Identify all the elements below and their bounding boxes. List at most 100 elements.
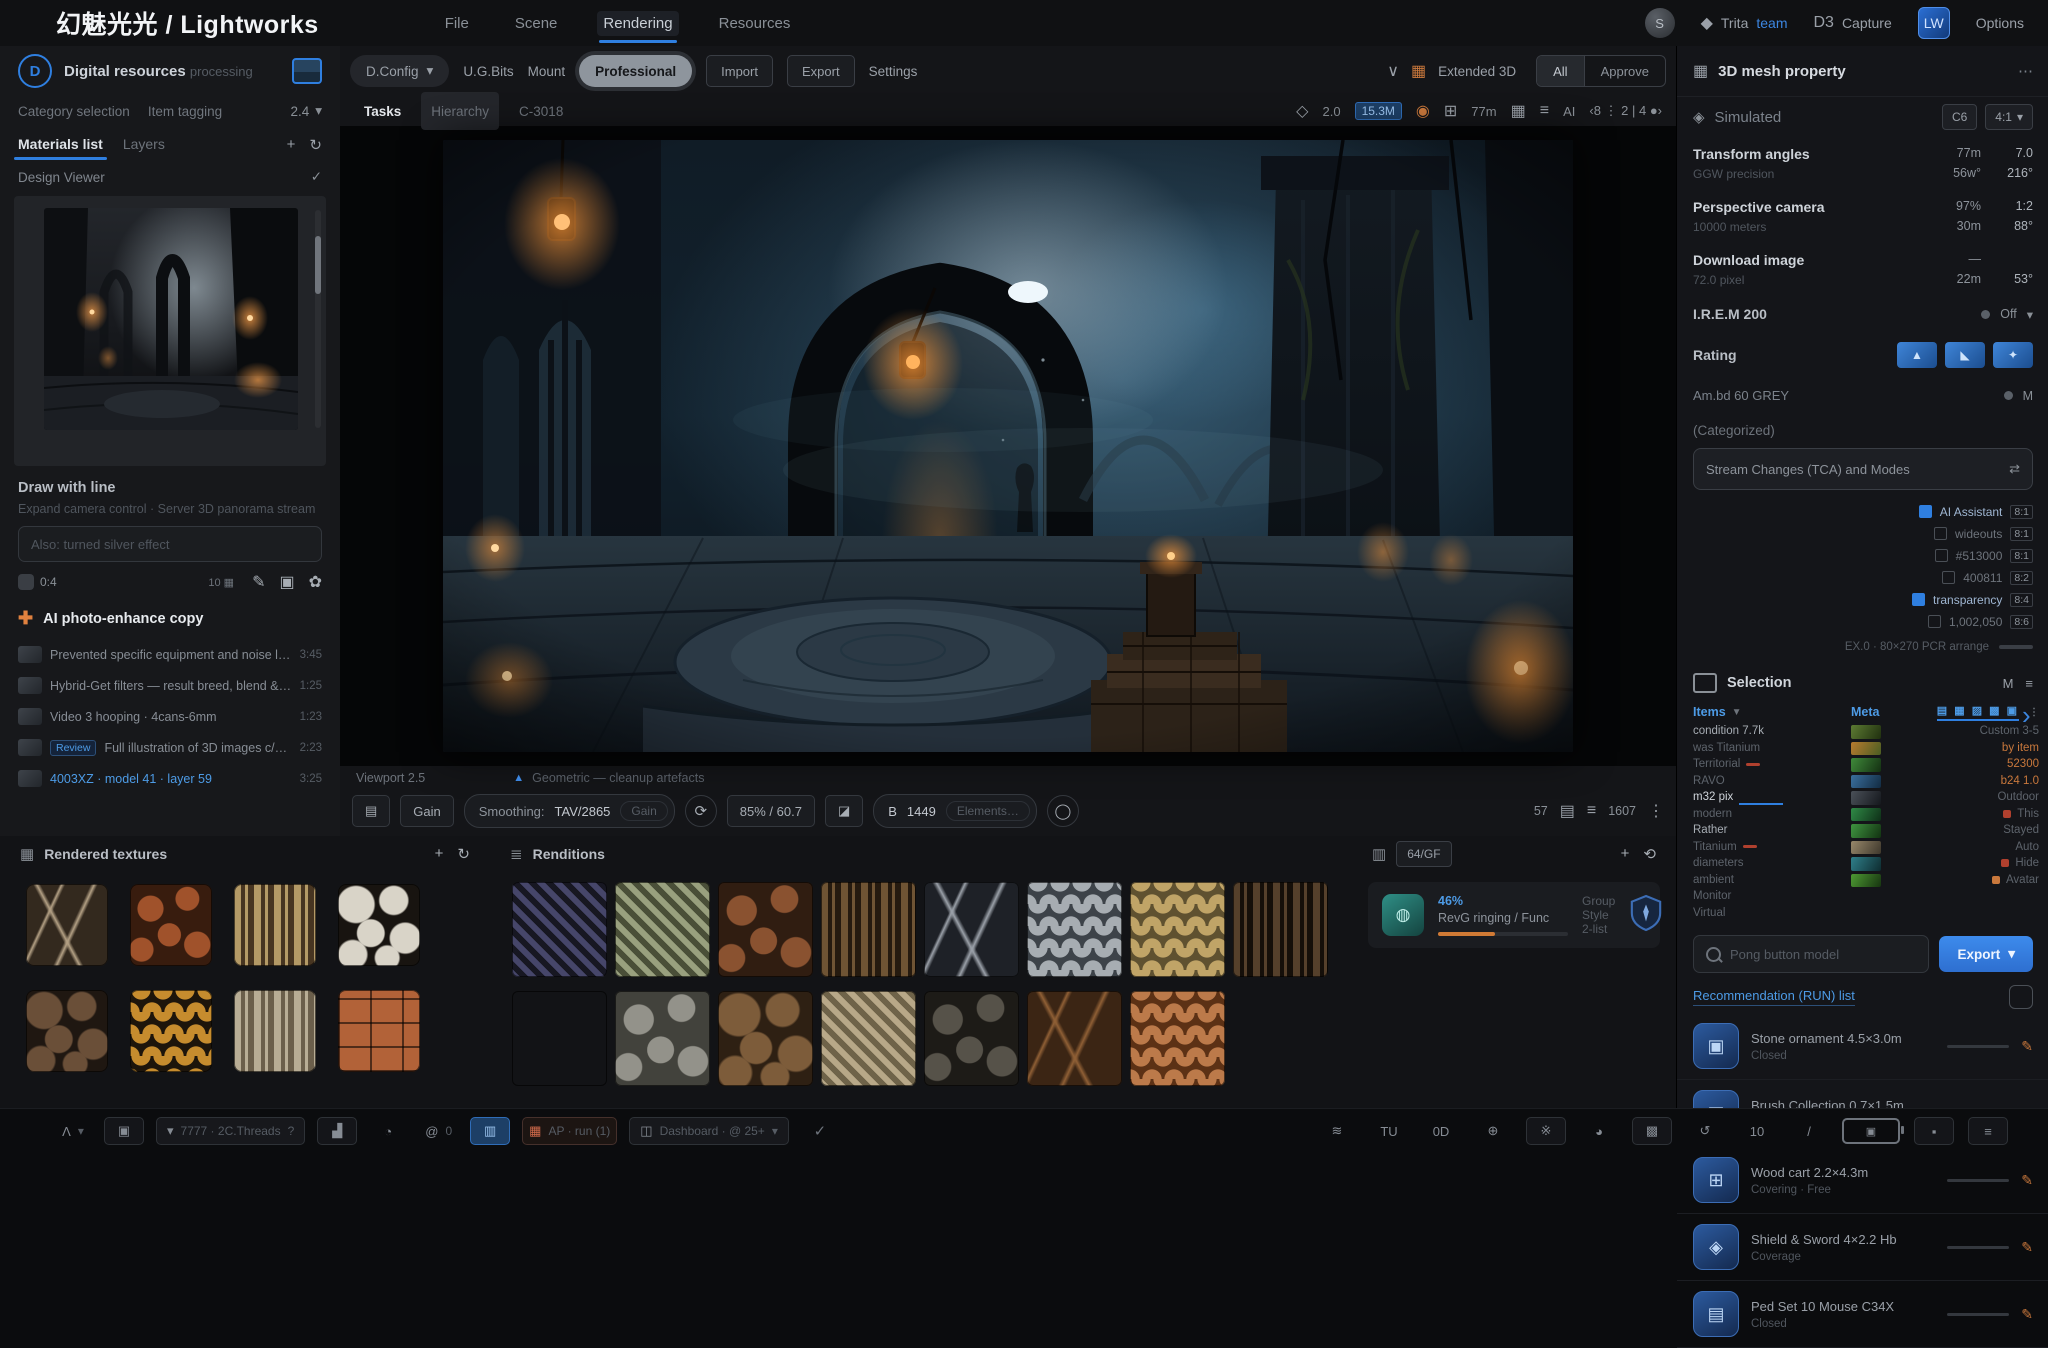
statusbar-item[interactable]: ▣ <box>104 1117 144 1145</box>
property-row[interactable]: Perspective camera 10000 meters 97% 1:2 … <box>1677 190 2048 243</box>
job-chip[interactable]: 64/GF <box>1396 841 1451 867</box>
extended-3d-label[interactable]: Extended 3D <box>1438 64 1516 79</box>
selection-value[interactable]: Hide <box>1899 855 2039 872</box>
property-row[interactable]: Download image 72.0 pixel — 22m 53° <box>1677 243 2048 296</box>
checklist-row[interactable]: transparency 8:4 <box>1693 590 2033 609</box>
checklist-row[interactable]: 400811 8:2 <box>1693 568 2033 587</box>
viewport-tab[interactable]: C-3018 <box>509 101 573 122</box>
selection-value[interactable]: 52300 <box>1899 756 2039 773</box>
checklist-row[interactable]: AI Assistant 8:1 <box>1693 502 2033 521</box>
edit-pencil-icon[interactable]: ✎ <box>2021 1172 2033 1189</box>
texture-swatch[interactable] <box>1027 991 1122 1086</box>
texture-swatch[interactable] <box>924 991 1019 1086</box>
user-avatar[interactable]: S <box>1645 8 1675 38</box>
selection-value[interactable]: Custom 3-5 <box>1899 723 2039 740</box>
checkbox[interactable] <box>1928 615 1941 628</box>
texture-swatch[interactable] <box>26 990 108 1072</box>
chevron-down-icon[interactable]: ▾ <box>2027 307 2033 322</box>
more-dots-icon[interactable]: ⋮ <box>1648 801 1664 821</box>
menu-icon[interactable]: ≡ <box>1540 102 1549 120</box>
stream-input[interactable]: Stream Changes (TCA) and Modes ⇄ <box>1693 448 2033 490</box>
viewport[interactable] <box>340 126 1676 766</box>
texture-swatch[interactable] <box>234 990 316 1072</box>
mount-label[interactable]: Mount <box>528 64 566 79</box>
checklist-row[interactable]: wideouts 8:1 <box>1693 524 2033 543</box>
texture-swatch[interactable] <box>1233 882 1328 977</box>
message-row[interactable]: Prevented specific equipment and noise l… <box>10 639 330 670</box>
add-icon[interactable]: + <box>435 845 444 863</box>
grid-orange-icon[interactable]: ▦ <box>1411 61 1426 81</box>
capture-button[interactable]: D3 Capture <box>1813 14 1891 32</box>
viewport-tab[interactable]: Hierarchy <box>421 92 499 130</box>
statusbar-item[interactable]: / <box>1790 1118 1828 1144</box>
statusbar-item[interactable]: ◕ <box>1580 1118 1618 1144</box>
checklist-row[interactable]: #513000 8:1 <box>1693 546 2033 565</box>
texture-swatch[interactable] <box>1027 882 1122 977</box>
recommendation-item[interactable]: ◈ Shield & Sword 4×2.2 Hb Coverage ✎ <box>1677 1214 2048 1281</box>
meta-thumbnail[interactable] <box>1851 841 1881 855</box>
meta-thumbnail[interactable] <box>1851 725 1881 739</box>
left-tab[interactable]: Materials list <box>18 136 103 160</box>
m-button[interactable]: M <box>2003 676 2014 691</box>
checklist-row[interactable]: 1,002,050 8:6 <box>1693 612 2033 631</box>
elements-input[interactable]: Elements… <box>946 801 1030 821</box>
export-primary-button[interactable]: Export ▾ <box>1939 936 2033 972</box>
refresh-icon[interactable]: ↻ <box>457 845 470 863</box>
recommendation-item[interactable]: ▤ Ped Set 10 Mouse C34X Closed ✎ <box>1677 1281 2048 1348</box>
smoothing-group[interactable]: Smoothing: TAV/2865 Gain <box>464 794 675 828</box>
statusbar-item[interactable]: ▟ <box>317 1117 357 1145</box>
selection-item[interactable]: Titanium <box>1693 839 1843 856</box>
statusbar-item[interactable]: ⊕ <box>1474 1118 1512 1144</box>
edit-pencil-icon[interactable]: ✎ <box>2021 1239 2033 1256</box>
menu-item[interactable]: Scene <box>509 11 564 36</box>
selection-value[interactable]: b24 1.0 <box>1899 773 2039 790</box>
selection-value[interactable]: Avatar <box>1899 872 2039 889</box>
texture-swatch[interactable] <box>512 991 607 1086</box>
smoothing-ghost-button[interactable]: Gain <box>620 801 667 821</box>
chevron-down-icon[interactable]: ▾ <box>315 103 322 119</box>
selection-item[interactable]: was Titanium <box>1693 740 1843 757</box>
statusbar-item[interactable]: ↺ <box>1686 1118 1724 1144</box>
meta-thumbnail[interactable] <box>1851 758 1881 772</box>
swap-icon[interactable]: ⇄ <box>2009 461 2020 477</box>
panel-expand-chevron[interactable]: › <box>2022 700 2031 731</box>
statusbar-item[interactable]: ✓ <box>801 1118 839 1144</box>
texture-swatch[interactable] <box>615 882 710 977</box>
ghost-button[interactable] <box>2009 985 2033 1009</box>
selection-item[interactable]: diameters <box>1693 855 1843 872</box>
texture-swatch[interactable] <box>821 882 916 977</box>
meta-thumbnail[interactable] <box>1851 775 1881 789</box>
texture-swatch[interactable] <box>512 882 607 977</box>
property-row[interactable]: Transform angles GGW precision 77m 7.0 5… <box>1677 137 2048 190</box>
refresh-button[interactable]: ⟳ <box>685 795 717 827</box>
checkbox[interactable] <box>1934 527 1947 540</box>
refresh-icon[interactable]: ⟲ <box>1643 845 1656 863</box>
segment-approve[interactable]: Approve <box>1585 56 1665 86</box>
draw-input[interactable]: Also: turned silver effect <box>18 526 322 562</box>
texture-swatch[interactable] <box>924 882 1019 977</box>
meta-thumbnail[interactable] <box>1851 791 1881 805</box>
list-icon[interactable]: ▤ <box>1560 801 1575 821</box>
plus-icon[interactable]: ✚ <box>18 608 33 629</box>
edit-pencil-icon[interactable]: ✎ <box>2021 1306 2033 1323</box>
statusbar-item[interactable]: ≡ <box>1968 1117 2008 1145</box>
texture-swatch[interactable] <box>718 991 813 1086</box>
statusbar-item[interactable]: Λ ▾ <box>54 1118 92 1144</box>
message-row[interactable]: Review Full illustration of 3D images c/… <box>10 732 330 763</box>
workspace-link[interactable]: team <box>1756 15 1787 31</box>
selection-item[interactable]: Territorial <box>1693 756 1843 773</box>
selection-item[interactable]: Rather <box>1693 822 1843 839</box>
texture-swatch[interactable] <box>821 991 916 1086</box>
edit-pencil-icon[interactable]: ✎ <box>2021 1038 2033 1055</box>
recommendation-link[interactable]: Recommendation (RUN) list <box>1693 988 1855 1006</box>
texture-swatch[interactable] <box>338 884 420 966</box>
texture-swatch[interactable] <box>1130 991 1225 1086</box>
model-search-input[interactable]: Pong button model <box>1693 935 1929 973</box>
compare-button[interactable]: ◪ <box>825 795 863 827</box>
scrollbar-thumb[interactable] <box>315 236 321 294</box>
statusbar-item[interactable]: @ 0 <box>419 1118 458 1144</box>
irem-state[interactable]: Off <box>2000 307 2016 321</box>
menu-item[interactable]: Rendering <box>597 11 678 36</box>
refresh-icon[interactable]: ↻ <box>309 136 322 154</box>
menu-item[interactable]: Resources <box>713 11 797 36</box>
